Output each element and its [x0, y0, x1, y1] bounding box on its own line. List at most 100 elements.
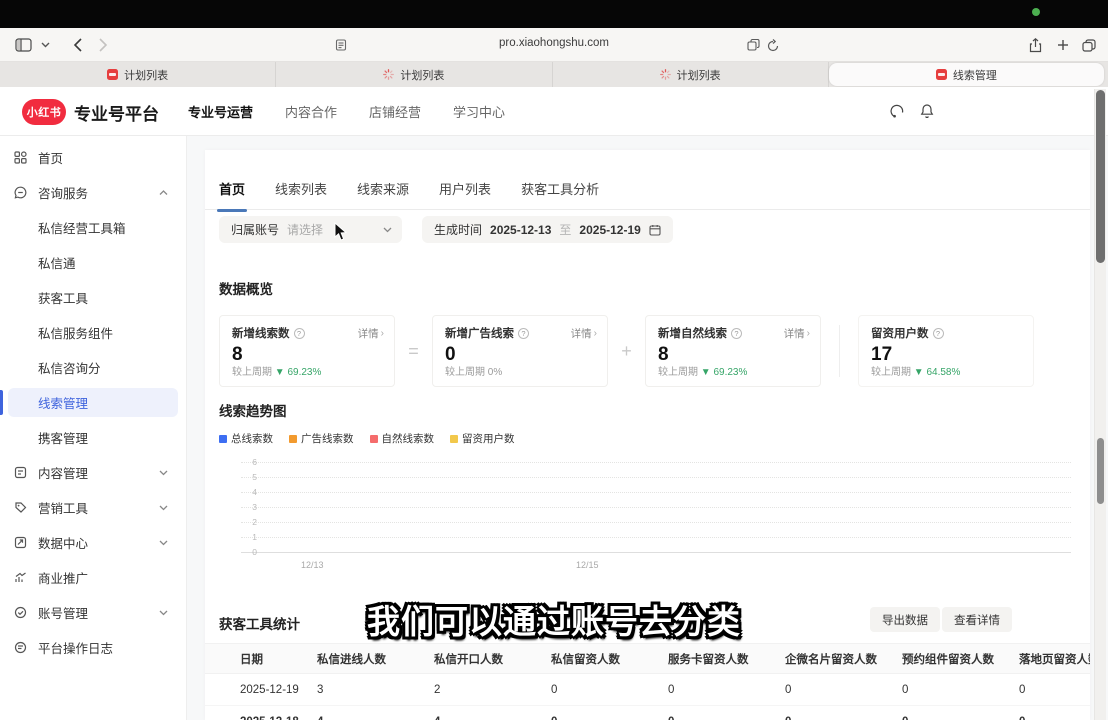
- data-icon: [14, 536, 28, 550]
- card-compare: 较上周期 0%: [445, 363, 502, 378]
- reader-icon[interactable]: [330, 35, 352, 55]
- sidebar-item-consult-service[interactable]: 咨询服务: [0, 175, 186, 210]
- cell-value: 3: [317, 684, 434, 696]
- sidebar-toggle-icon[interactable]: [12, 35, 34, 55]
- table-row[interactable]: 2025-12-19 3 2 0 0 0 0 0: [205, 674, 1090, 706]
- card-compare: 较上周期 ▼ 64.58%: [871, 363, 960, 378]
- chevron-down-icon: [159, 505, 168, 511]
- x-tick-label: 12/15: [576, 560, 599, 570]
- sidebar-item-business-promotion[interactable]: 商业推广: [0, 560, 186, 595]
- mouse-cursor: [334, 222, 348, 247]
- x-tick-label: 12/13: [301, 560, 324, 570]
- cell-value: 0: [1019, 716, 1090, 720]
- browser-tab-leads-active[interactable]: 线索管理: [829, 63, 1104, 86]
- copy-page-icon[interactable]: [742, 35, 764, 55]
- legend-retained-users[interactable]: 留资用户数: [450, 431, 515, 446]
- account-select[interactable]: 归属账号 请选择: [219, 216, 402, 243]
- browser-tab-plan-3[interactable]: 计划列表: [553, 62, 829, 87]
- help-icon[interactable]: ?: [933, 328, 944, 339]
- content-tabs: 首页 线索列表 线索来源 用户列表 获客工具分析: [205, 170, 1090, 210]
- sidebar-item-home[interactable]: 首页: [0, 140, 186, 175]
- col-header-wecom-retained: 企微名片留资人数: [785, 651, 902, 667]
- trend-chart: 6 5 4 3 2 1 0 12/13 12/15: [219, 460, 1075, 572]
- forward-icon[interactable]: [92, 35, 114, 55]
- gridline: 1: [241, 537, 1071, 538]
- scrollbar-thumb-secondary[interactable]: [1097, 438, 1104, 504]
- loading-spinner-icon: [383, 69, 394, 80]
- sidebar-item-dm-toolbox[interactable]: 私信经营工具箱: [0, 210, 186, 245]
- nav-content-coop[interactable]: 内容合作: [285, 102, 337, 121]
- sidebar-item-label: 获客工具: [38, 288, 88, 307]
- sidebar-item-guest-management[interactable]: 携客管理: [0, 420, 186, 455]
- browser-toolbar: pro.xiaohongshu.com: [0, 28, 1108, 62]
- browser-tab-plan-2[interactable]: 计划列表: [276, 62, 552, 87]
- recording-indicator-dot: [1032, 8, 1040, 16]
- table-row[interactable]: 2025-12-18 4 4 0 0 0 0 0: [205, 706, 1090, 720]
- cell-value: 0: [785, 684, 902, 696]
- sidebar-item-acquisition-tools[interactable]: 获客工具: [0, 280, 186, 315]
- chevron-down-icon: [383, 227, 392, 233]
- stats-table: 日期 私信进线人数 私信开口人数 私信留资人数 服务卡留资人数 企微名片留资人数…: [205, 643, 1090, 720]
- card-title: 新增线索数: [232, 325, 290, 341]
- sidebar-item-label: 数据中心: [38, 533, 88, 552]
- bell-icon[interactable]: [919, 103, 937, 121]
- cell-value: 4: [317, 716, 434, 720]
- back-icon[interactable]: [66, 35, 88, 55]
- url-bar[interactable]: pro.xiaohongshu.com: [454, 37, 654, 49]
- browser-tab-plan-1[interactable]: 计划列表: [0, 62, 276, 87]
- col-header-servicecard-retained: 服务卡留资人数: [668, 651, 785, 667]
- tab-overview-icon[interactable]: [1078, 35, 1100, 55]
- sidebar-item-label: 私信通: [38, 253, 76, 272]
- chevron-right-icon: ›: [594, 328, 597, 339]
- tab-tool-analysis[interactable]: 获客工具分析: [521, 179, 599, 200]
- cell-value: 0: [902, 684, 1019, 696]
- headset-icon[interactable]: [889, 103, 907, 121]
- sidebar-item-content-management[interactable]: 内容管理: [0, 455, 186, 490]
- app-title: 专业号平台: [74, 100, 159, 125]
- card-ad-leads: 新增广告线索? 详情› 0 较上周期 0%: [432, 315, 608, 387]
- equals-operator: =: [395, 315, 432, 387]
- help-icon[interactable]: ?: [294, 328, 305, 339]
- chevron-down-icon[interactable]: [34, 35, 56, 55]
- reload-icon[interactable]: [762, 35, 784, 55]
- sidebar-item-label: 内容管理: [38, 463, 88, 482]
- sidebar-item-marketing-tools[interactable]: 营销工具: [0, 490, 186, 525]
- help-icon[interactable]: ?: [518, 328, 529, 339]
- cell-value: 0: [785, 716, 902, 720]
- help-icon[interactable]: ?: [731, 328, 742, 339]
- tab-lead-source[interactable]: 线索来源: [357, 179, 409, 200]
- xiaohongshu-logo[interactable]: 小红书: [22, 99, 66, 125]
- nav-pro-operation[interactable]: 专业号运营: [188, 102, 253, 121]
- new-tab-icon[interactable]: [1052, 35, 1074, 55]
- browser-tab-label: 计划列表: [677, 67, 721, 83]
- share-icon[interactable]: [1024, 35, 1046, 55]
- header-nav: 专业号运营 内容合作 店铺经营 学习中心: [188, 87, 505, 136]
- plus-operator: +: [608, 315, 645, 387]
- sidebar-item-data-center[interactable]: 数据中心: [0, 525, 186, 560]
- detail-link[interactable]: 详情›: [784, 326, 810, 341]
- sidebar-item-label: 咨询服务: [38, 183, 88, 202]
- tab-home[interactable]: 首页: [219, 179, 245, 200]
- document-icon: [14, 466, 28, 480]
- nav-shop[interactable]: 店铺经营: [369, 102, 421, 121]
- detail-link[interactable]: 详情›: [571, 326, 597, 341]
- sidebar-item-dm-consult-score[interactable]: 私信咨询分: [0, 350, 186, 385]
- tab-user-list[interactable]: 用户列表: [439, 179, 491, 200]
- scrollbar-thumb[interactable]: [1096, 90, 1105, 263]
- sidebar-item-lead-management[interactable]: 线索管理: [0, 385, 186, 420]
- legend-total-leads[interactable]: 总线索数: [219, 431, 273, 446]
- app-header: 小红书 专业号平台 专业号运营 内容合作 店铺经营 学习中心: [0, 87, 1108, 136]
- sidebar-item-dm-pass[interactable]: 私信通: [0, 245, 186, 280]
- legend-swatch: [370, 435, 378, 443]
- detail-link[interactable]: 详情›: [358, 326, 384, 341]
- nav-learning[interactable]: 学习中心: [453, 102, 505, 121]
- legend-organic-leads[interactable]: 自然线索数: [370, 431, 435, 446]
- sidebar-item-dm-service-component[interactable]: 私信服务组件: [0, 315, 186, 350]
- gridline: 2: [241, 522, 1071, 523]
- cell-value: 0: [1019, 684, 1090, 696]
- legend-ad-leads[interactable]: 广告线索数: [289, 431, 354, 446]
- tab-lead-list[interactable]: 线索列表: [275, 179, 327, 200]
- card-compare: 较上周期 ▼ 69.23%: [232, 363, 321, 378]
- date-range-picker[interactable]: 生成时间 2025-12-13 至 2025-12-19: [422, 216, 673, 243]
- col-header-dm-opened: 私信开口人数: [434, 651, 551, 667]
